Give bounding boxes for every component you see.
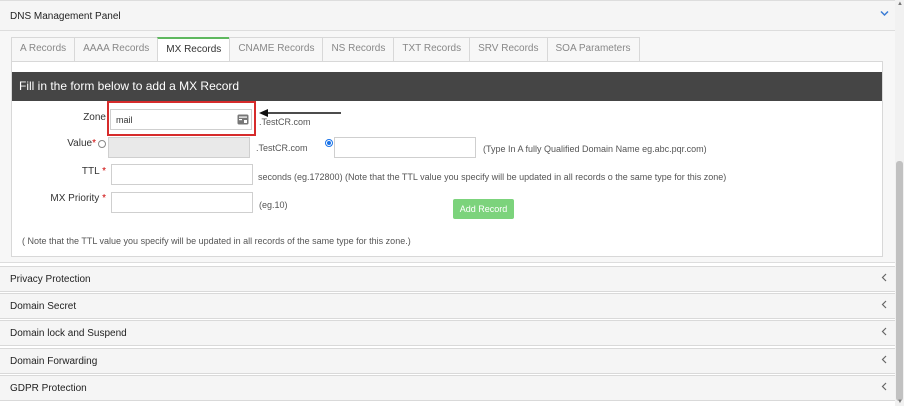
panel-title: Domain Secret (10, 301, 77, 312)
ttl-label-text: TTL (81, 166, 100, 177)
dns-panel-title: DNS Management Panel (10, 11, 121, 22)
mx-record-form: Fill in the form below to add a MX Recor… (11, 61, 883, 257)
tab-ns-records[interactable]: NS Records (322, 37, 395, 61)
value-required-mark: * (92, 138, 96, 149)
value-suffix: .TestCR.com (256, 143, 308, 153)
tab-aaaa-records[interactable]: AAAA Records (74, 37, 159, 61)
mx-priority-required-mark: * (102, 193, 106, 204)
tab-a-records[interactable]: A Records (11, 37, 76, 61)
value-subdomain-input[interactable] (108, 137, 250, 158)
form-header: Fill in the form below to add a MX Recor… (12, 72, 882, 101)
panel-gdpr-protection[interactable]: GDPR Protection (0, 375, 895, 401)
value-radio-fqdn[interactable] (325, 139, 333, 147)
panel-domain-forwarding[interactable]: Domain Forwarding (0, 348, 895, 374)
ttl-footer-note: ( Note that the TTL value you specify wi… (22, 236, 411, 246)
ttl-required-mark: * (102, 166, 106, 177)
mx-priority-input[interactable] (111, 192, 253, 213)
panel-title: GDPR Protection (10, 383, 87, 394)
mx-priority-label-text: MX Priority (50, 193, 100, 204)
dns-panel-header[interactable]: DNS Management Panel (0, 0, 895, 31)
panel-domain-secret[interactable]: Domain Secret (0, 293, 895, 319)
value-label: Value* (40, 138, 96, 149)
zone-label: Zone (83, 112, 106, 123)
value-label-text: Value (67, 138, 93, 149)
mx-priority-label: MX Priority * (40, 193, 106, 204)
panel-title: Privacy Protection (10, 274, 91, 285)
chevron-down-icon[interactable] (880, 9, 889, 20)
tab-txt-records[interactable]: TXT Records (393, 37, 471, 61)
chevron-left-icon[interactable] (881, 325, 887, 339)
panel-title: Domain Forwarding (10, 356, 98, 367)
chevron-left-icon[interactable] (881, 298, 887, 312)
tab-srv-records[interactable]: SRV Records (469, 37, 548, 61)
tab-mx-records[interactable]: MX Records (157, 37, 231, 62)
value-radio-subdomain[interactable] (98, 140, 106, 148)
tab-cname-records[interactable]: CNAME Records (229, 37, 324, 61)
ttl-hint: seconds (eg.172800) (Note that the TTL v… (258, 172, 727, 182)
ttl-input[interactable] (111, 164, 253, 185)
tab-soa-parameters[interactable]: SOA Parameters (546, 37, 640, 61)
chevron-left-icon[interactable] (881, 380, 887, 394)
panel-domain-lock-suspend[interactable]: Domain lock and Suspend (0, 320, 895, 346)
record-tabs: A Records AAAA Records MX Records CNAME … (11, 37, 640, 62)
chevron-left-icon[interactable] (881, 271, 887, 285)
panel-privacy-protection[interactable]: Privacy Protection (0, 266, 895, 292)
mx-priority-hint: (eg.10) (259, 200, 288, 210)
chevron-left-icon[interactable] (881, 353, 887, 367)
scrollbar-thumb[interactable] (896, 161, 903, 401)
value-hint: (Type In A fully Qualified Domain Name e… (483, 144, 707, 154)
value-fqdn-input[interactable] (334, 137, 476, 158)
ttl-label: TTL * (50, 166, 106, 177)
scroll-up-icon[interactable]: ▲ (897, 1, 903, 7)
page-scrollbar[interactable]: ▲ ▼ (895, 0, 904, 406)
zone-highlight (107, 101, 256, 136)
arrow-left-icon (259, 109, 341, 117)
panel-title: Domain lock and Suspend (10, 328, 127, 339)
add-record-button[interactable]: Add Record (453, 199, 514, 219)
scroll-down-icon[interactable]: ▼ (897, 399, 903, 405)
